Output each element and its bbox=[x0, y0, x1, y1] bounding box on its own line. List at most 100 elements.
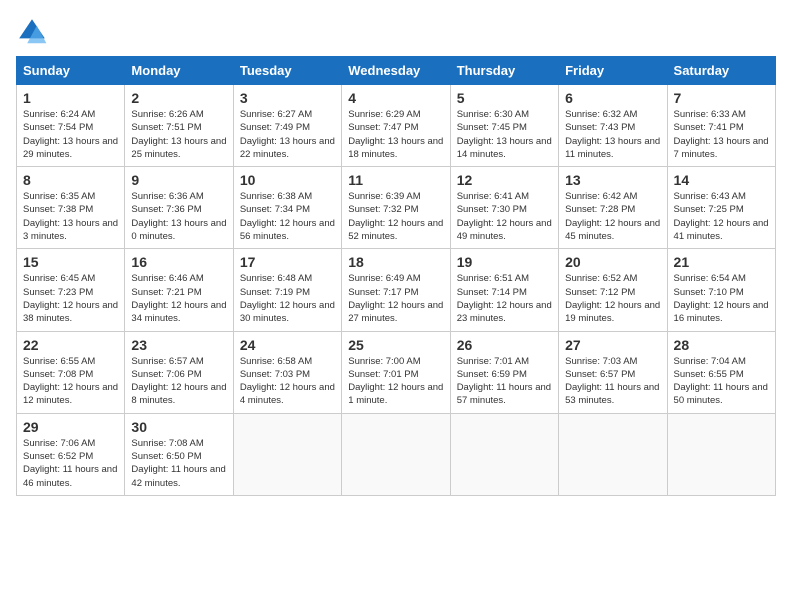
day-number: 29 bbox=[23, 419, 118, 435]
day-info: Sunrise: 7:03 AMSunset: 6:57 PMDaylight:… bbox=[565, 355, 660, 408]
calendar-cell bbox=[233, 413, 341, 495]
day-info: Sunrise: 6:43 AMSunset: 7:25 PMDaylight:… bbox=[674, 190, 769, 243]
day-info: Sunrise: 6:38 AMSunset: 7:34 PMDaylight:… bbox=[240, 190, 335, 243]
day-info: Sunrise: 6:58 AMSunset: 7:03 PMDaylight:… bbox=[240, 355, 335, 408]
day-number: 21 bbox=[674, 254, 769, 270]
calendar-cell: 25 Sunrise: 7:00 AMSunset: 7:01 PMDayligh… bbox=[342, 331, 450, 413]
calendar-week-row: 1 Sunrise: 6:24 AMSunset: 7:54 PMDaylight… bbox=[17, 85, 776, 167]
day-info: Sunrise: 6:32 AMSunset: 7:43 PMDaylight:… bbox=[565, 108, 660, 161]
calendar-cell: 29 Sunrise: 7:06 AMSunset: 6:52 PMDayligh… bbox=[17, 413, 125, 495]
calendar-cell: 9 Sunrise: 6:36 AMSunset: 7:36 PMDaylight… bbox=[125, 167, 233, 249]
day-number: 12 bbox=[457, 172, 552, 188]
day-info: Sunrise: 6:57 AMSunset: 7:06 PMDaylight:… bbox=[131, 355, 226, 408]
calendar-week-row: 22 Sunrise: 6:55 AMSunset: 7:08 PMDayligh… bbox=[17, 331, 776, 413]
weekday-header: Friday bbox=[559, 57, 667, 85]
day-number: 9 bbox=[131, 172, 226, 188]
calendar-cell: 10 Sunrise: 6:38 AMSunset: 7:34 PMDayligh… bbox=[233, 167, 341, 249]
day-number: 14 bbox=[674, 172, 769, 188]
weekday-header: Monday bbox=[125, 57, 233, 85]
weekday-header: Wednesday bbox=[342, 57, 450, 85]
day-number: 7 bbox=[674, 90, 769, 106]
day-number: 5 bbox=[457, 90, 552, 106]
calendar-cell: 28 Sunrise: 7:04 AMSunset: 6:55 PMDayligh… bbox=[667, 331, 775, 413]
day-info: Sunrise: 6:45 AMSunset: 7:23 PMDaylight:… bbox=[23, 272, 118, 325]
day-info: Sunrise: 6:24 AMSunset: 7:54 PMDaylight:… bbox=[23, 108, 118, 161]
day-info: Sunrise: 6:29 AMSunset: 7:47 PMDaylight:… bbox=[348, 108, 443, 161]
calendar-cell bbox=[667, 413, 775, 495]
calendar-cell: 24 Sunrise: 6:58 AMSunset: 7:03 PMDayligh… bbox=[233, 331, 341, 413]
day-info: Sunrise: 6:39 AMSunset: 7:32 PMDaylight:… bbox=[348, 190, 443, 243]
day-number: 4 bbox=[348, 90, 443, 106]
day-number: 25 bbox=[348, 337, 443, 353]
day-info: Sunrise: 6:41 AMSunset: 7:30 PMDaylight:… bbox=[457, 190, 552, 243]
day-info: Sunrise: 6:55 AMSunset: 7:08 PMDaylight:… bbox=[23, 355, 118, 408]
day-number: 11 bbox=[348, 172, 443, 188]
day-info: Sunrise: 6:42 AMSunset: 7:28 PMDaylight:… bbox=[565, 190, 660, 243]
day-number: 13 bbox=[565, 172, 660, 188]
calendar-cell: 19 Sunrise: 6:51 AMSunset: 7:14 PMDayligh… bbox=[450, 249, 558, 331]
day-info: Sunrise: 6:48 AMSunset: 7:19 PMDaylight:… bbox=[240, 272, 335, 325]
calendar-cell: 26 Sunrise: 7:01 AMSunset: 6:59 PMDayligh… bbox=[450, 331, 558, 413]
day-info: Sunrise: 7:04 AMSunset: 6:55 PMDaylight:… bbox=[674, 355, 769, 408]
day-number: 20 bbox=[565, 254, 660, 270]
day-info: Sunrise: 6:26 AMSunset: 7:51 PMDaylight:… bbox=[131, 108, 226, 161]
day-number: 3 bbox=[240, 90, 335, 106]
calendar-week-row: 29 Sunrise: 7:06 AMSunset: 6:52 PMDayligh… bbox=[17, 413, 776, 495]
weekday-header: Saturday bbox=[667, 57, 775, 85]
calendar-cell: 18Sunrise: 6:49 AMSunset: 7:17 PMDayligh… bbox=[342, 249, 450, 331]
day-number: 19 bbox=[457, 254, 552, 270]
day-info: Sunrise: 6:54 AMSunset: 7:10 PMDaylight:… bbox=[674, 272, 769, 325]
day-number: 28 bbox=[674, 337, 769, 353]
logo bbox=[16, 16, 52, 48]
day-info: Sunrise: 7:06 AMSunset: 6:52 PMDaylight:… bbox=[23, 437, 118, 490]
day-info: Sunrise: 6:52 AMSunset: 7:12 PMDaylight:… bbox=[565, 272, 660, 325]
calendar-cell: 3 Sunrise: 6:27 AMSunset: 7:49 PMDaylight… bbox=[233, 85, 341, 167]
calendar-cell: 8Sunrise: 6:35 AMSunset: 7:38 PMDaylight… bbox=[17, 167, 125, 249]
calendar-cell: 16 Sunrise: 6:46 AMSunset: 7:21 PMDayligh… bbox=[125, 249, 233, 331]
day-info: Sunrise: 6:30 AMSunset: 7:45 PMDaylight:… bbox=[457, 108, 552, 161]
day-info: Sunrise: 6:27 AMSunset: 7:49 PMDaylight:… bbox=[240, 108, 335, 161]
weekday-header: Sunday bbox=[17, 57, 125, 85]
page-header bbox=[16, 16, 776, 48]
day-number: 30 bbox=[131, 419, 226, 435]
day-number: 26 bbox=[457, 337, 552, 353]
day-info: Sunrise: 6:36 AMSunset: 7:36 PMDaylight:… bbox=[131, 190, 226, 243]
day-info: Sunrise: 6:46 AMSunset: 7:21 PMDaylight:… bbox=[131, 272, 226, 325]
day-number: 2 bbox=[131, 90, 226, 106]
calendar-cell: 12 Sunrise: 6:41 AMSunset: 7:30 PMDayligh… bbox=[450, 167, 558, 249]
calendar-cell: 6 Sunrise: 6:32 AMSunset: 7:43 PMDaylight… bbox=[559, 85, 667, 167]
day-number: 22 bbox=[23, 337, 118, 353]
day-number: 10 bbox=[240, 172, 335, 188]
calendar-cell: 11 Sunrise: 6:39 AMSunset: 7:32 PMDayligh… bbox=[342, 167, 450, 249]
day-number: 18 bbox=[348, 254, 443, 270]
day-info: Sunrise: 6:51 AMSunset: 7:14 PMDaylight:… bbox=[457, 272, 552, 325]
day-number: 27 bbox=[565, 337, 660, 353]
day-info: Sunrise: 6:33 AMSunset: 7:41 PMDaylight:… bbox=[674, 108, 769, 161]
calendar-cell: 15 Sunrise: 6:45 AMSunset: 7:23 PMDayligh… bbox=[17, 249, 125, 331]
calendar-cell bbox=[559, 413, 667, 495]
calendar-cell: 2 Sunrise: 6:26 AMSunset: 7:51 PMDaylight… bbox=[125, 85, 233, 167]
calendar-cell: 20 Sunrise: 6:52 AMSunset: 7:12 PMDayligh… bbox=[559, 249, 667, 331]
day-number: 16 bbox=[131, 254, 226, 270]
day-number: 24 bbox=[240, 337, 335, 353]
calendar-cell bbox=[450, 413, 558, 495]
weekday-header-row: SundayMondayTuesdayWednesdayThursdayFrid… bbox=[17, 57, 776, 85]
calendar-cell: 21 Sunrise: 6:54 AMSunset: 7:10 PMDayligh… bbox=[667, 249, 775, 331]
calendar-cell: 4 Sunrise: 6:29 AMSunset: 7:47 PMDaylight… bbox=[342, 85, 450, 167]
day-number: 17 bbox=[240, 254, 335, 270]
calendar-cell: 7 Sunrise: 6:33 AMSunset: 7:41 PMDaylight… bbox=[667, 85, 775, 167]
logo-icon bbox=[16, 16, 48, 48]
calendar-cell: 27 Sunrise: 7:03 AMSunset: 6:57 PMDayligh… bbox=[559, 331, 667, 413]
calendar-cell: 30Sunrise: 7:08 AMSunset: 6:50 PMDayligh… bbox=[125, 413, 233, 495]
calendar-cell: 1 Sunrise: 6:24 AMSunset: 7:54 PMDaylight… bbox=[17, 85, 125, 167]
day-number: 8 bbox=[23, 172, 118, 188]
day-number: 15 bbox=[23, 254, 118, 270]
day-info: Sunrise: 7:01 AMSunset: 6:59 PMDaylight:… bbox=[457, 355, 552, 408]
weekday-header: Thursday bbox=[450, 57, 558, 85]
day-number: 1 bbox=[23, 90, 118, 106]
day-info: Sunrise: 7:00 AMSunset: 7:01 PMDaylight:… bbox=[348, 355, 443, 408]
day-number: 6 bbox=[565, 90, 660, 106]
calendar-cell: 17 Sunrise: 6:48 AMSunset: 7:19 PMDayligh… bbox=[233, 249, 341, 331]
calendar-cell: 13 Sunrise: 6:42 AMSunset: 7:28 PMDayligh… bbox=[559, 167, 667, 249]
calendar-table: SundayMondayTuesdayWednesdayThursdayFrid… bbox=[16, 56, 776, 496]
